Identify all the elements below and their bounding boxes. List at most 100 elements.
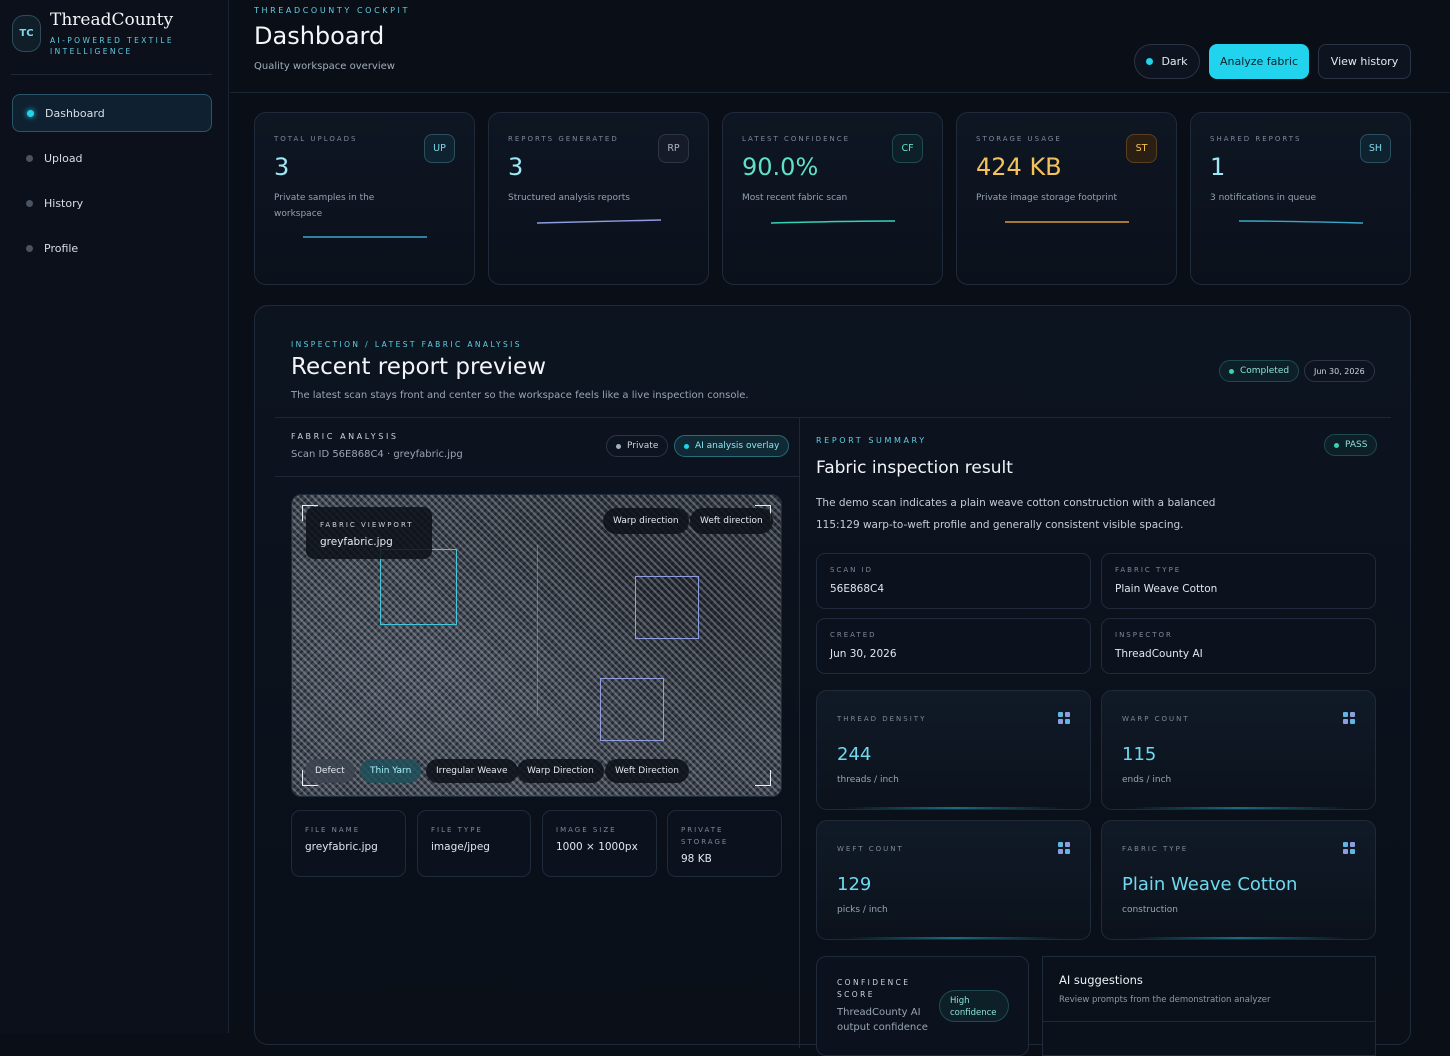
confidence-badge: High confidence	[939, 990, 1009, 1022]
metric-value: Plain Weave Cotton	[1122, 874, 1298, 895]
metric-key: FABRIC TYPE	[1122, 845, 1189, 853]
sidebar-item-history[interactable]: History	[12, 184, 212, 222]
pass-label: PASS	[1345, 440, 1368, 450]
info-key: INSPECTOR	[1115, 631, 1173, 639]
ai-suggestions-card: AI suggestions Review prompts from the d…	[1042, 956, 1376, 1056]
scan-id-line: Scan ID 56E868C4 · greyfabric.jpg	[291, 449, 463, 460]
metric-value: 244	[837, 744, 872, 765]
metric-unit: ends / inch	[1122, 775, 1172, 785]
status-label: Completed	[1240, 366, 1290, 376]
stat-card-storage: STORAGE USAGE ST 424 KB Private image st…	[956, 112, 1177, 285]
stat-label: SHARED REPORTS	[1210, 135, 1302, 143]
stat-value: 424 KB	[976, 153, 1062, 181]
stat-label: REPORTS GENERATED	[508, 135, 619, 143]
meta-file-type: FILE TYPE image/jpeg	[417, 810, 531, 877]
pass-badge: PASS	[1324, 434, 1378, 456]
pass-dot-icon	[1334, 442, 1339, 448]
sidebar-item-profile[interactable]: Profile	[12, 229, 212, 267]
stat-desc: Most recent fabric scan	[742, 193, 848, 203]
active-dot-icon	[27, 109, 34, 117]
info-value: 56E868C4	[830, 583, 885, 595]
confidence-eyebrow: CONFIDENCE SCORE	[837, 978, 911, 999]
sidebar-item-upload[interactable]: Upload	[12, 139, 212, 177]
report-summary-eyebrow: REPORT SUMMARY	[816, 436, 927, 445]
uploads-icon: UP	[424, 134, 455, 163]
stat-desc: Private samples in the workspace	[274, 193, 375, 219]
view-history-button[interactable]: View history	[1318, 44, 1411, 79]
stat-value: 3	[274, 153, 290, 181]
confidence-icon: CF	[892, 134, 923, 163]
stat-desc: Structured analysis reports	[508, 193, 630, 203]
defect-box[interactable]	[380, 549, 457, 625]
dot-icon	[26, 244, 33, 252]
weave-box[interactable]	[635, 576, 699, 639]
tag-thin-yarn[interactable]: Thin Yarn	[360, 759, 422, 783]
confidence-subtitle: ThreadCounty AI output confidence	[837, 1007, 928, 1033]
theme-dot-icon	[1146, 58, 1154, 65]
stat-card-shared: SHARED REPORTS SH 1 3 notifications in q…	[1190, 112, 1411, 285]
stat-card-uploads: TOTAL UPLOADS UP 3 Private samples in th…	[254, 112, 475, 285]
stat-value: 3	[508, 153, 524, 181]
theme-toggle-button[interactable]: Dark	[1134, 44, 1200, 79]
metric-key: WEFT COUNT	[837, 845, 904, 853]
stat-label: LATEST CONFIDENCE	[742, 135, 851, 143]
info-fabric-type: FABRIC TYPE Plain Weave Cotton	[1101, 553, 1376, 609]
status-dot-icon	[1229, 368, 1234, 374]
meta-value: 98 KB	[681, 853, 712, 865]
meta-key: PRIVATE STORAGE	[681, 826, 729, 846]
theme-label: Dark	[1161, 55, 1188, 68]
metric-thread-density: THREAD DENSITY 244 threads / inch	[816, 690, 1091, 810]
tag-irregular-weave[interactable]: Irregular Weave	[426, 759, 518, 783]
shared-icon: SH	[1360, 134, 1391, 163]
header-eyebrow: THREADCOUNTY COCKPIT	[254, 6, 410, 15]
brand-tagline: AI-POWERED TEXTILE INTELLIGENCE	[50, 36, 174, 56]
report-subtitle: The latest scan stays front and center s…	[291, 390, 749, 401]
meta-key: IMAGE SIZE	[556, 826, 617, 834]
metric-warp-count: WARP COUNT 115 ends / inch	[1101, 690, 1376, 810]
sidebar-divider	[11, 74, 212, 75]
stat-card-reports: REPORTS GENERATED RP 3 Structured analys…	[488, 112, 709, 285]
sidebar-item-label: History	[44, 196, 84, 210]
sidebar-item-dashboard[interactable]: Dashboard	[12, 94, 212, 132]
stat-desc: Private image storage footprint	[976, 193, 1118, 203]
stat-label: STORAGE USAGE	[976, 135, 1062, 143]
warp-direction-button[interactable]: Warp direction	[603, 508, 689, 534]
info-value: Plain Weave Cotton	[1115, 583, 1218, 595]
storage-icon: ST	[1126, 134, 1157, 163]
report-panel: INSPECTION / LATEST FABRIC ANALYSIS Rece…	[254, 305, 1411, 1056]
meta-image-size: IMAGE SIZE 1000 × 1000px	[542, 810, 657, 877]
fabric-viewport[interactable]: FABRIC VIEWPORT greyfabric.jpg Warp dire…	[291, 494, 782, 797]
private-label: Private	[627, 441, 659, 451]
meta-file-name: FILE NAME greyfabric.jpg	[291, 810, 406, 877]
weave-box[interactable]	[600, 678, 664, 741]
meta-key: FILE TYPE	[431, 826, 483, 834]
metric-unit: construction	[1122, 905, 1178, 915]
metric-fabric-type: FABRIC TYPE Plain Weave Cotton constructio…	[1101, 820, 1376, 940]
sidebar: TC ThreadCounty AI-POWERED TEXTILE INTEL…	[0, 0, 229, 1033]
column-divider	[799, 418, 800, 1048]
tag-weft-direction[interactable]: Weft Direction	[605, 759, 689, 783]
tag-defect[interactable]: Defect	[305, 759, 355, 783]
divider	[275, 476, 799, 477]
sparkline	[537, 219, 661, 224]
sidebar-item-label: Dashboard	[45, 106, 105, 120]
ai-overlay-toggle[interactable]: AI analysis overlay	[674, 435, 790, 457]
tag-warp-direction[interactable]: Warp Direction	[517, 759, 604, 783]
reports-icon: RP	[658, 134, 689, 163]
weft-direction-button[interactable]: Weft direction	[690, 508, 773, 534]
analyze-fabric-button[interactable]: Analyze fabric	[1209, 44, 1309, 79]
stat-label: TOTAL UPLOADS	[274, 135, 358, 143]
stat-card-confidence: LATEST CONFIDENCE CF 90.0% Most recent f…	[722, 112, 943, 285]
grid-icon	[1058, 842, 1070, 854]
page-subtitle: Quality workspace overview	[254, 61, 395, 72]
summary-description: The demo scan indicates a plain weave co…	[816, 497, 1216, 531]
info-value: Jun 30, 2026	[830, 648, 897, 660]
viewport-filename: greyfabric.jpg	[320, 536, 393, 548]
sparkline	[1239, 220, 1363, 224]
sparkline	[771, 220, 895, 224]
metric-value: 129	[837, 874, 872, 895]
divider	[275, 417, 1391, 418]
sidebar-item-label: Upload	[44, 151, 83, 165]
report-date-badge: Jun 30, 2026	[1304, 360, 1375, 382]
brand-name: ThreadCounty	[50, 10, 174, 30]
